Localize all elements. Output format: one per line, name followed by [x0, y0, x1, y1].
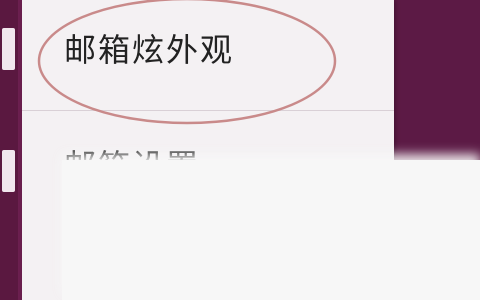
- blurred-region: [62, 160, 480, 300]
- sidebar-tab[interactable]: [2, 150, 15, 192]
- left-sidebar: [0, 0, 18, 300]
- highlight-circle: [37, 0, 337, 125]
- sidebar-tab[interactable]: [2, 28, 15, 70]
